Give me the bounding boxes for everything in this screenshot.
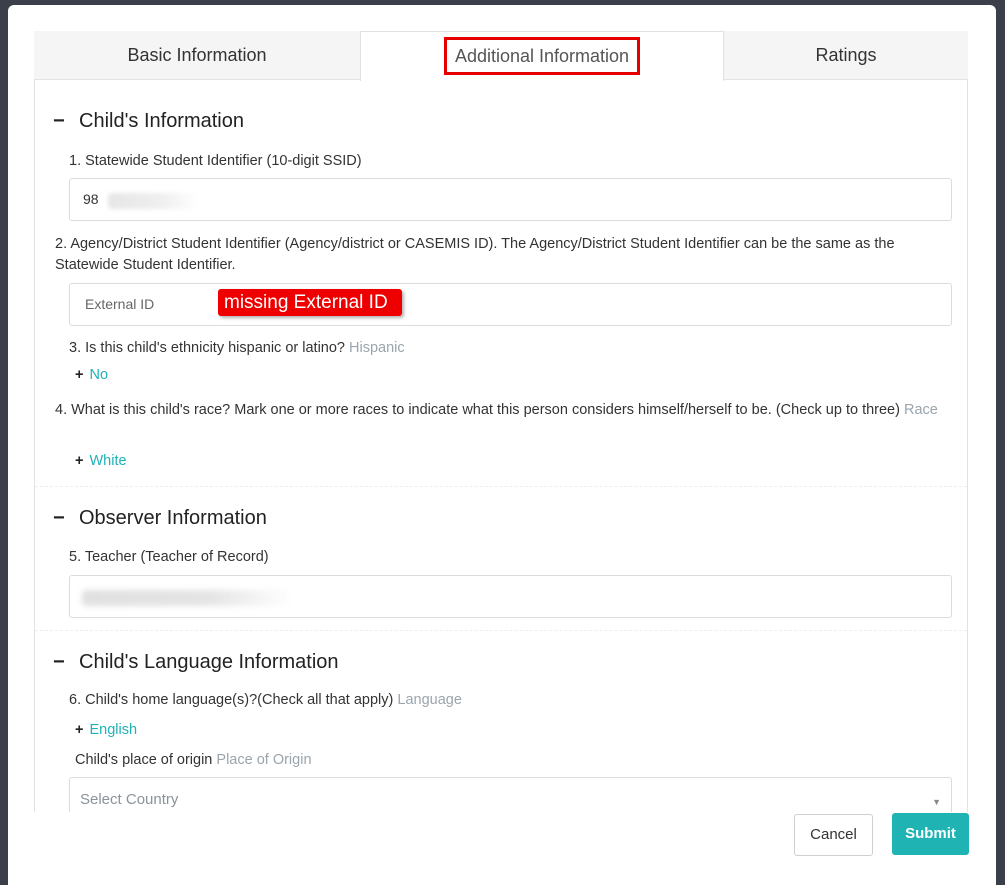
section-divider [35,630,967,631]
country-select[interactable]: Select Country ▼ [69,777,952,812]
question-ethnicity-label: 3. Is this child's ethnicity hispanic or… [69,340,345,356]
tab-ratings[interactable]: Ratings [724,31,968,80]
place-of-origin-hint: Place of Origin [216,752,312,768]
modal-dialog: Basic Information Additional Information… [8,5,996,885]
tab-content-panel: − Child's Information 1. Statewide Studen… [34,80,968,812]
question-place-of-origin: Child's place of origin Place of Origin [75,750,312,771]
place-of-origin-label: Child's place of origin [75,752,213,768]
language-option-english[interactable]: English [89,722,137,738]
question-teacher-label: 5. Teacher (Teacher of Record) [69,549,269,565]
section-title: Child's Information [79,110,244,132]
external-id-field[interactable]: missing External ID [69,283,952,326]
section-observer-information[interactable]: − Observer Information [53,507,267,530]
teacher-input[interactable] [69,575,952,618]
section-title: Child's Language Information [79,651,339,673]
race-option[interactable]: + White [75,451,127,472]
question-race-label: 4. What is this child's race? Mark one o… [55,402,900,418]
ssid-input[interactable]: 98 [69,178,952,221]
section-child-language-information[interactable]: − Child's Language Information [53,651,339,674]
tab-additional-information-label: Additional Information [443,37,641,75]
caret-down-icon[interactable]: ▼ [932,778,941,812]
language-hint: Language [397,692,462,708]
section-child-information[interactable]: − Child's Information [53,110,244,133]
question-home-language-label: 6. Child's home language(s)?(Check all t… [69,692,394,708]
race-option-white[interactable]: White [89,453,126,469]
plus-icon[interactable]: + [75,722,83,738]
plus-icon[interactable]: + [75,367,83,383]
redacted-value [108,193,198,209]
language-option[interactable]: + English [75,720,137,741]
minus-icon[interactable]: − [53,651,79,674]
minus-icon[interactable]: − [53,110,79,133]
race-hint: Race [903,402,938,418]
ethnicity-option-no[interactable]: No [89,367,108,383]
ethnicity-option[interactable]: + No [75,365,108,386]
submit-button[interactable]: Submit [892,813,969,855]
country-select-placeholder: Select Country [80,791,179,808]
redacted-value [82,590,292,606]
external-id-input[interactable] [83,295,217,313]
tab-bar: Basic Information Additional Information… [34,31,968,81]
question-ethnicity: 3. Is this child's ethnicity hispanic or… [69,338,405,359]
question-external-id-label: 2. Agency/District Student Identifier (A… [55,236,895,273]
question-home-language: 6. Child's home language(s)?(Check all t… [69,690,462,711]
ethnicity-hint: Hispanic [349,340,405,356]
section-title: Observer Information [79,507,267,529]
plus-icon[interactable]: + [75,453,83,469]
annotation-missing-external-id: missing External ID [218,289,402,316]
cancel-button[interactable]: Cancel [794,814,873,856]
tab-basic-information[interactable]: Basic Information [34,31,360,80]
minus-icon[interactable]: − [53,507,79,530]
question-ssid-label: 1. Statewide Student Identifier (10-digi… [69,153,362,169]
question-race: 4. What is this child's race? Mark one o… [55,400,955,421]
tab-additional-information[interactable]: Additional Information [360,31,724,81]
section-divider [35,486,967,487]
ssid-value: 98 [83,191,99,207]
